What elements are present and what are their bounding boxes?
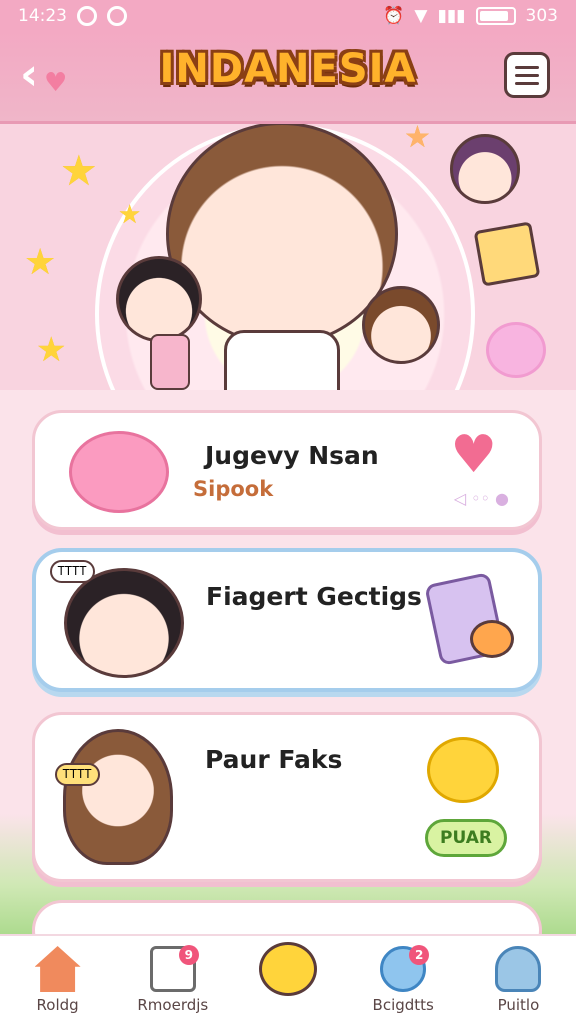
nav-gifts-label: Rmoerdjs [137,996,209,1014]
star-icon: ★ [404,124,431,155]
star-icon: ★ [118,200,142,230]
smile-icon [259,942,317,996]
battery-level: 303 [525,6,558,26]
star-icon: ★ [24,242,57,283]
card-2-title: Fiagert Gectigs [206,582,422,611]
app-header: ‹ ♥ INDANESIA [0,32,576,124]
card-2[interactable]: ᎢᎢᎢᎢ Fiagert Gectigs [32,548,542,692]
app-title: INDANESIA [159,46,417,92]
hero-banner: ★ ★ ★ ★ ★ [0,124,576,390]
gift-icon: 9 [149,945,199,992]
signal-icon: ▮▮▮ [437,6,466,26]
nav-chat-badge: 2 [409,945,430,965]
chat-icon: 2 [380,945,430,992]
star-icon: ★ [36,330,67,370]
pink-heart-mascot [69,431,169,513]
status-bar: 14:23 ⏰ ▼ ▮▮▮ 303 [0,0,576,32]
menu-icon [515,65,539,69]
menu-button[interactable] [504,52,550,98]
puar-button[interactable]: PUAR [425,819,507,857]
card-2-avatar [64,568,184,678]
back-button[interactable]: ‹ ♥ [20,50,72,102]
pink-blob-icon [486,322,546,378]
home-icon [34,946,81,992]
nav-home[interactable]: Roldg [0,936,115,1024]
nav-gifts[interactable]: 9 Rmoerdjs [115,936,230,1024]
nav-center[interactable] [230,936,345,1024]
card-3-title: Paur Faks [205,745,343,774]
nav-chat[interactable]: 2 Bcigdtts [346,936,461,1024]
right-character [362,286,440,364]
speech-bubble: ᎢᎢᎢᎢ [50,560,95,583]
chat-bubble-icon [470,620,514,658]
heart-icon: ♥ [44,68,68,98]
wifi-icon: ▼ [414,6,428,26]
decor-dots: ◁ ◦◦ ● [453,489,509,508]
sync-icon [107,6,127,26]
book-icon [473,221,541,287]
left-character [116,256,202,342]
nav-profile[interactable]: Puitlo [461,936,576,1024]
speech-bubble: ᎢᎢᎢᎢ [55,763,100,786]
heart-icon[interactable]: ♥ [450,429,497,481]
battery-icon [475,7,516,25]
card-1[interactable]: Jugevy Nsan Sipook ♥ ◁ ◦◦ ● [32,410,542,530]
bottom-navigation: Roldg 9 Rmoerdjs 2 Bcigdtts Puitlo [0,934,576,1024]
back-arrow-icon: ‹ [20,49,39,100]
card-1-subtitle: Sipook [193,477,274,501]
smile-icon [427,737,499,803]
top-right-character [450,134,520,204]
card-1-title: Jugevy Nsan [205,441,379,470]
notification-icon [77,6,97,26]
character-body [224,330,340,390]
nav-profile-label: Puitlo [497,996,540,1014]
card-3-avatar [63,729,173,865]
profile-icon [495,946,542,992]
nav-gifts-badge: 9 [178,945,199,965]
status-time: 14:23 [18,6,67,26]
card-3[interactable]: ᎢᎢᎢᎢ Paur Faks PUAR [32,712,542,882]
star-icon: ★ [60,146,98,195]
alarm-icon: ⏰ [383,6,405,26]
nav-home-label: Roldg [36,996,79,1014]
nav-chat-label: Bcigdtts [372,996,434,1014]
left-character-body [150,334,190,390]
